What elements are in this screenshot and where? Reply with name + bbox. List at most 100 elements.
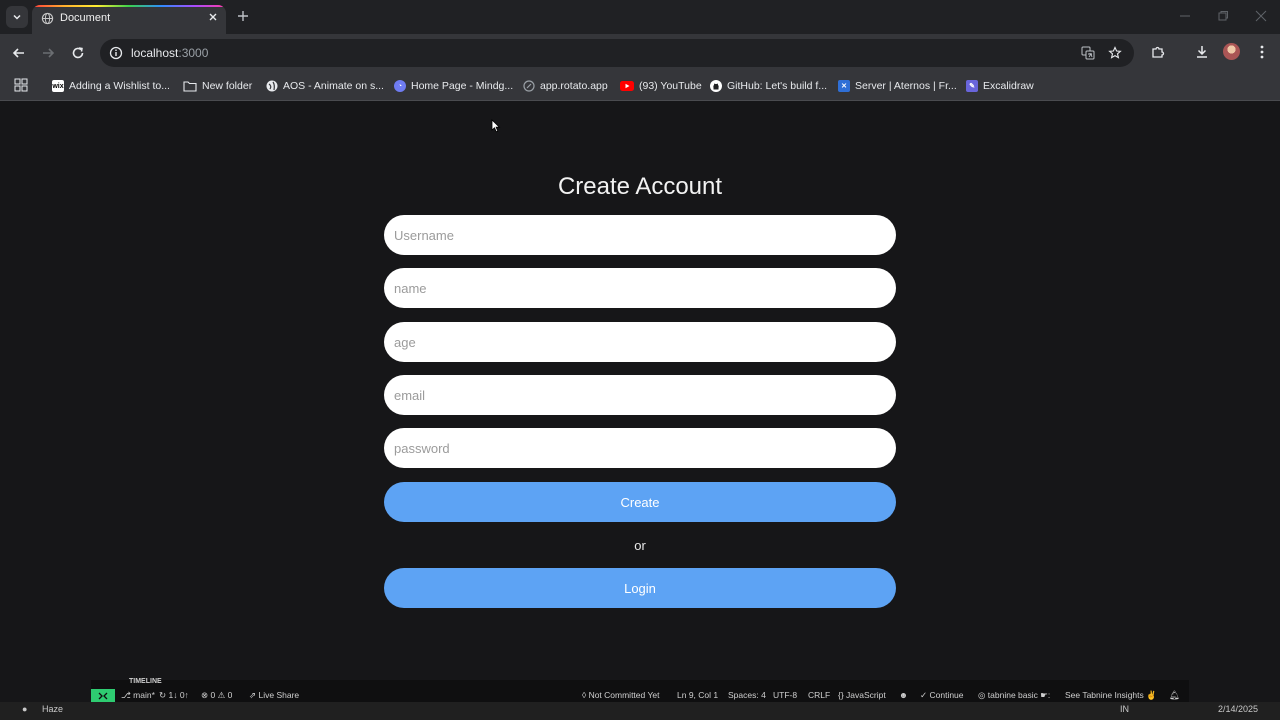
bookmark-label: Home Page - Mindg... <box>411 80 514 92</box>
mouse-cursor-icon <box>491 119 501 133</box>
mindgrasp-icon: ◔ <box>394 80 406 92</box>
site-info-icon[interactable] <box>109 46 123 60</box>
bookmark-label: AOS - Animate on s... <box>283 80 384 92</box>
git-branch[interactable]: ⎇ main* <box>121 690 155 701</box>
aternos-icon: ✕ <box>838 80 850 92</box>
bookmark-label: Excalidraw <box>983 80 1034 92</box>
age-input[interactable] <box>384 322 896 362</box>
continue-label: Continue <box>929 690 964 700</box>
excalidraw-icon: ✎ <box>966 80 978 92</box>
folder-icon <box>183 81 197 92</box>
live-share-label: Live Share <box>258 690 300 700</box>
name-input[interactable] <box>384 268 896 308</box>
profile-avatar[interactable] <box>1223 43 1240 60</box>
wix-icon: wix <box>52 80 64 92</box>
minimize-icon[interactable] <box>1178 9 1192 23</box>
bookmark-excalidraw[interactable]: ✎ Excalidraw <box>966 77 1034 95</box>
notifications-bell-icon[interactable]: 🔔︎ <box>1169 690 1180 701</box>
copilot-icon[interactable]: ☻ <box>899 690 908 700</box>
forward-arrow-icon[interactable] <box>40 45 56 61</box>
weather-icon[interactable]: ● <box>22 704 27 714</box>
translate-icon[interactable] <box>1081 46 1095 60</box>
cursor-position[interactable]: Ln 9, Col 1 <box>677 690 718 700</box>
kebab-menu-icon[interactable] <box>1254 44 1270 60</box>
close-tab-icon[interactable] <box>207 11 219 23</box>
tab-accent-line <box>32 5 226 7</box>
bookmark-label: (93) YouTube <box>639 80 702 92</box>
or-separator: or <box>634 538 646 553</box>
close-window-icon[interactable] <box>1254 9 1268 23</box>
live-share-button[interactable]: ⇗ Live Share <box>249 690 299 701</box>
password-input[interactable] <box>384 428 896 468</box>
address-bar[interactable]: localhost:3000 <box>100 39 1134 67</box>
url-host: localhost <box>131 46 179 60</box>
tabnine-label: tabnine basic <box>987 690 1038 700</box>
git-sync[interactable]: ↻ 1↓ 0↑ <box>159 690 189 701</box>
bookmark-label: GitHub: Let's build f... <box>727 80 828 92</box>
page-title: Create Account <box>557 173 723 200</box>
back-arrow-icon[interactable] <box>11 45 27 61</box>
bookmark-label: Server | Aternos | Fr... <box>855 80 957 92</box>
clock-date[interactable]: 2/14/2025 <box>1218 704 1258 714</box>
bookmark-new-folder[interactable]: New folder <box>183 77 252 95</box>
bookmark-wishlist[interactable]: wix Adding a Wishlist to... <box>52 77 170 95</box>
login-button[interactable]: Login <box>384 568 896 608</box>
continue-button[interactable]: ✓ Continue <box>920 690 964 701</box>
git-blame[interactable]: ◊ Not Committed Yet <box>582 690 659 700</box>
language-mode[interactable]: {} JavaScript <box>838 690 886 700</box>
bookmarks-bar: wix Adding a Wishlist to... New folder A… <box>0 72 1280 101</box>
bookmark-label: New folder <box>202 80 253 92</box>
create-button[interactable]: Create <box>384 482 896 522</box>
weather-label: Haze <box>42 704 64 714</box>
username-input[interactable] <box>384 215 896 255</box>
bookmark-aos[interactable]: AOS - Animate on s... <box>266 77 384 95</box>
error-count: 0 <box>210 690 216 700</box>
insights-label: See Tabnine Insights <box>1065 690 1144 700</box>
encoding[interactable]: UTF-8 <box>773 690 797 700</box>
apps-grid-icon[interactable] <box>14 78 28 92</box>
warning-count: 0 <box>227 690 233 700</box>
problems-indicator[interactable]: ⊗ 0 ⚠ 0 <box>201 690 232 701</box>
bookmark-aternos[interactable]: ✕ Server | Aternos | Fr... <box>838 77 957 95</box>
globe-icon <box>266 80 278 92</box>
bookmark-label: app.rotato.app <box>540 80 608 92</box>
remote-icon <box>98 692 108 699</box>
extensions-icon[interactable] <box>1150 44 1166 60</box>
github-icon <box>710 80 722 92</box>
sync-count: 1↓ 0↑ <box>168 690 189 700</box>
youtube-icon <box>620 81 634 91</box>
reload-icon[interactable] <box>70 45 86 61</box>
rotato-icon <box>523 80 535 92</box>
language-indicator[interactable]: IN <box>1120 704 1129 714</box>
language-label: JavaScript <box>846 690 886 700</box>
bookmark-github[interactable]: GitHub: Let's build f... <box>710 77 827 95</box>
browser-toolbar: localhost:3000 <box>0 34 1280 72</box>
bookmark-youtube[interactable]: (93) YouTube <box>620 77 702 95</box>
download-icon[interactable] <box>1194 44 1210 60</box>
bookmark-mindgrasp[interactable]: ◔ Home Page - Mindg... <box>394 77 513 95</box>
tab-title: Document <box>60 12 111 24</box>
bookmark-label: Adding a Wishlist to... <box>69 80 170 92</box>
browser-tab[interactable]: Document <box>32 5 226 34</box>
tab-search-button[interactable] <box>6 6 28 28</box>
globe-icon <box>41 12 54 25</box>
new-tab-icon[interactable] <box>236 9 250 23</box>
line-ending[interactable]: CRLF <box>808 690 830 700</box>
indentation[interactable]: Spaces: 4 <box>728 690 766 700</box>
restore-icon[interactable] <box>1216 9 1230 23</box>
url-port: :3000 <box>178 46 209 60</box>
bookmark-star-icon[interactable] <box>1108 46 1122 60</box>
bookmark-rotato[interactable]: app.rotato.app <box>523 77 608 95</box>
email-input[interactable] <box>384 375 896 415</box>
branch-name: main* <box>133 690 155 700</box>
timeline-label: TIMELINE <box>129 678 162 685</box>
os-taskbar: ● Haze IN 2/14/2025 <box>0 702 1280 720</box>
tab-strip: Document <box>0 0 1280 34</box>
tabnine-insights[interactable]: See Tabnine Insights ✌ <box>1065 690 1157 701</box>
tabnine-status[interactable]: ◎ tabnine basic ☛: <box>978 690 1050 701</box>
remote-indicator[interactable] <box>91 689 115 702</box>
page-viewport: Create Account Create or Login <box>0 101 1280 680</box>
blame-label: Not Committed Yet <box>588 690 660 700</box>
chevron-down-icon <box>13 14 21 20</box>
url-text: localhost:3000 <box>131 46 208 60</box>
